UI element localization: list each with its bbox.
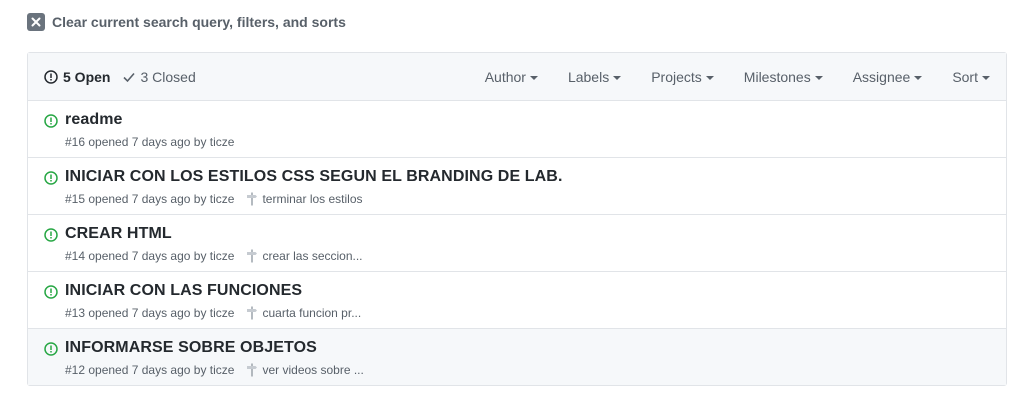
projects-filter[interactable]: Projects [651,69,714,85]
issue-title-link[interactable]: CREAR HTML [65,225,172,243]
issue-title-link[interactable]: INICIAR CON LAS FUNCIONES [65,282,302,300]
issue-title-link[interactable]: readme [65,111,123,129]
projects-filter-label: Projects [651,69,702,85]
caret-down-icon [705,75,714,80]
issue-meta-text: #16 opened 7 days ago by ticze [65,135,235,149]
issue-meta-text: #13 opened 7 days ago by ticze [65,306,235,320]
milestone-link[interactable]: cuarta funcion pr... [246,306,361,320]
milestone-label: ver videos sobre ... [262,363,364,377]
issue-meta-text: #15 opened 7 days ago by ticze [65,192,235,206]
milestone-link[interactable]: terminar los estilos [246,192,363,206]
caret-down-icon [613,75,622,80]
issue-row[interactable]: INICIAR CON LOS ESTILOS CSS SEGUN EL BRA… [28,157,1006,214]
issue-meta: #14 opened 7 days ago by ticze crear las… [65,249,363,263]
open-count-label: 5 Open [63,68,111,85]
sort-filter[interactable]: Sort [952,69,990,85]
milestone-label: terminar los estilos [262,192,363,206]
milestone-label: cuarta funcion pr... [262,306,362,320]
closed-count-label: 3 Closed [140,68,196,85]
issue-row[interactable]: INICIAR CON LAS FUNCIONES #13 opened 7 d… [28,271,1006,328]
caret-down-icon [982,75,990,80]
caret-down-icon [529,75,538,80]
issue-opened-icon [44,284,58,300]
issue-opened-icon [44,341,58,357]
labels-filter[interactable]: Labels [567,69,622,85]
issue-opened-icon [44,170,58,186]
milestone-label: crear las seccion... [262,249,363,263]
milestone-icon [246,306,262,320]
issue-row[interactable]: readme #16 opened 7 days ago by ticze [28,101,1006,158]
caret-down-icon [814,75,823,80]
issue-meta: #15 opened 7 days ago by ticze terminar … [65,192,363,206]
closed-issues-tab[interactable]: 3 Closed [123,68,196,85]
issue-opened-icon [44,227,58,243]
issue-title-link[interactable]: INICIAR CON LOS ESTILOS CSS SEGUN EL BRA… [65,168,563,186]
milestone-link[interactable]: ver videos sobre ... [246,363,364,377]
issue-row[interactable]: CREAR HTML #14 opened 7 days ago by ticz… [28,214,1006,271]
milestone-icon [246,249,262,263]
issue-title-link[interactable]: INFORMARSE SOBRE OBJETOS [65,339,317,357]
filter-bar: Author Labels Projects Milestones Assign… [485,53,1006,101]
clear-filters-button[interactable]: Clear current search query, filters, and… [27,13,346,31]
issue-meta: #16 opened 7 days ago by ticze [65,135,234,149]
assignee-filter[interactable]: Assignee [853,69,923,85]
issues-header: 5 Open 3 Closed Author Labels Projects M… [28,53,1006,101]
x-icon [27,13,45,31]
milestone-link[interactable]: crear las seccion... [246,249,363,263]
caret-down-icon [914,75,923,80]
labels-filter-label: Labels [567,69,610,85]
author-filter[interactable]: Author [485,69,538,85]
open-issues-tab[interactable]: 5 Open [44,69,110,85]
issue-opened-icon [44,69,63,85]
issues-box: 5 Open 3 Closed Author Labels Projects M… [27,52,1007,386]
issue-opened-icon [44,113,58,129]
milestone-icon [246,192,262,206]
author-filter-label: Author [484,69,526,85]
issue-meta: #12 opened 7 days ago by ticze ver video… [65,363,364,377]
assignee-filter-label: Assignee [852,69,911,85]
issue-row[interactable]: INFORMARSE SOBRE OBJETOS #12 opened 7 da… [28,328,1006,385]
check-icon [123,69,140,85]
issue-meta-text: #14 opened 7 days ago by ticze [65,249,235,263]
milestone-icon [246,363,262,377]
milestones-filter-label: Milestones [743,69,811,85]
sort-filter-label: Sort [952,69,978,85]
clear-filters-label: Clear current search query, filters, and… [52,14,346,30]
issue-meta: #13 opened 7 days ago by ticze cuarta fu… [65,306,361,320]
milestones-filter[interactable]: Milestones [744,69,823,85]
issue-meta-text: #12 opened 7 days ago by ticze [65,363,235,377]
